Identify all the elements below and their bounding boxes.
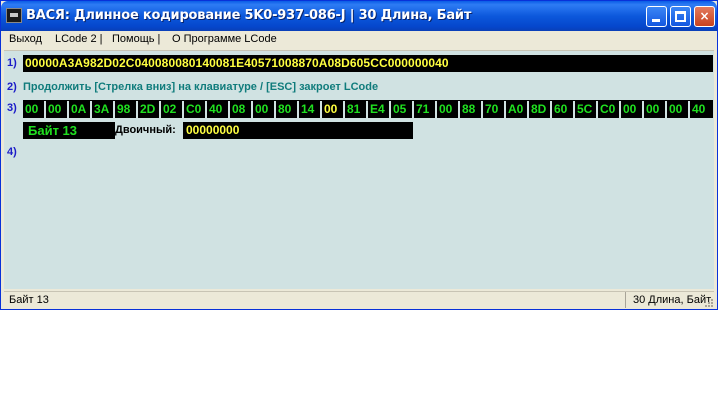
status-bar: Байт 13 30 Длина, Байт — [4, 291, 714, 308]
menu-item-about[interactable]: О Программе LCode — [172, 33, 277, 45]
byte-cell-5[interactable]: 2D — [138, 101, 159, 117]
app-icon[interactable] — [6, 8, 22, 23]
byte-cell-6[interactable]: 02 — [161, 101, 182, 117]
byte-cell-11[interactable]: 80 — [276, 101, 297, 117]
menu-item-help[interactable]: Помощь | — [112, 33, 160, 45]
maximize-button[interactable] — [670, 6, 691, 27]
hint-text: Продолжить [Стрелка вниз] на клавиатуре … — [23, 81, 379, 93]
menu-bar: Выход LCode 2 | Помощь | О Программе LCo… — [4, 31, 714, 50]
title-bar[interactable]: ВАСЯ: Длинное кодирование 5K0-937-086-J … — [1, 1, 717, 31]
byte-cell-17[interactable]: 71 — [414, 101, 435, 117]
menu-item-lcode2[interactable]: LCode 2 | — [55, 33, 103, 45]
status-left-text: Байт 13 — [4, 292, 626, 308]
byte-cell-4[interactable]: 98 — [115, 101, 136, 117]
binary-label: Двоичный: — [115, 124, 176, 136]
row-number-3: 3) — [7, 102, 17, 114]
byte-cell-25[interactable]: C0 — [598, 101, 619, 117]
byte-cell-8[interactable]: 40 — [207, 101, 228, 117]
byte-cell-24[interactable]: 5C — [575, 101, 596, 117]
byte-cell-28[interactable]: 00 — [667, 101, 688, 117]
byte-cell-13[interactable]: 00 — [322, 101, 343, 117]
row-number-4: 4) — [7, 146, 17, 158]
byte-cell-2[interactable]: 0A — [69, 101, 90, 117]
minimize-button[interactable] — [646, 6, 667, 27]
hex-string-field[interactable]: 00000A3A982D02C040080080140081E405710088… — [23, 55, 713, 72]
byte-cell-19[interactable]: 88 — [460, 101, 481, 117]
byte-cell-16[interactable]: 05 — [391, 101, 412, 117]
row-number-1: 1) — [7, 57, 17, 69]
main-panel: 1) 00000A3A982D02C040080080140081E405710… — [4, 51, 714, 289]
byte-cell-27[interactable]: 00 — [644, 101, 665, 117]
byte-cell-18[interactable]: 00 — [437, 101, 458, 117]
close-button[interactable]: × — [694, 6, 715, 27]
byte-cell-22[interactable]: 8D — [529, 101, 550, 117]
app-window: ВАСЯ: Длинное кодирование 5K0-937-086-J … — [0, 0, 718, 310]
window-title: ВАСЯ: Длинное кодирование 5K0-937-086-J … — [26, 8, 472, 23]
resize-grip-icon[interactable] — [702, 296, 714, 308]
byte-cells-row: 00 00 0A 3A 98 2D 02 C0 40 08 00 80 14 00 81 E4 05 71 00 88… — [23, 100, 713, 118]
byte-cell-10[interactable]: 00 — [253, 101, 274, 117]
byte-cell-20[interactable]: 70 — [483, 101, 504, 117]
byte-cell-29[interactable]: 40 — [690, 101, 711, 117]
byte-cell-21[interactable]: A0 — [506, 101, 527, 117]
byte-cell-1[interactable]: 00 — [46, 101, 67, 117]
byte-cell-15[interactable]: E4 — [368, 101, 389, 117]
binary-value-field[interactable]: 00000000 — [183, 122, 413, 139]
byte-cell-7[interactable]: C0 — [184, 101, 205, 117]
byte-cell-14[interactable]: 81 — [345, 101, 366, 117]
byte-cell-3[interactable]: 3A — [92, 101, 113, 117]
row-number-2: 2) — [7, 81, 17, 93]
selected-byte-label: Байт 13 — [23, 122, 115, 139]
byte-cell-26[interactable]: 00 — [621, 101, 642, 117]
byte-cell-9[interactable]: 08 — [230, 101, 251, 117]
byte-cell-0[interactable]: 00 — [23, 101, 44, 117]
menu-item-exit[interactable]: Выход — [9, 33, 42, 45]
byte-cell-23[interactable]: 60 — [552, 101, 573, 117]
byte-cell-12[interactable]: 14 — [299, 101, 320, 117]
